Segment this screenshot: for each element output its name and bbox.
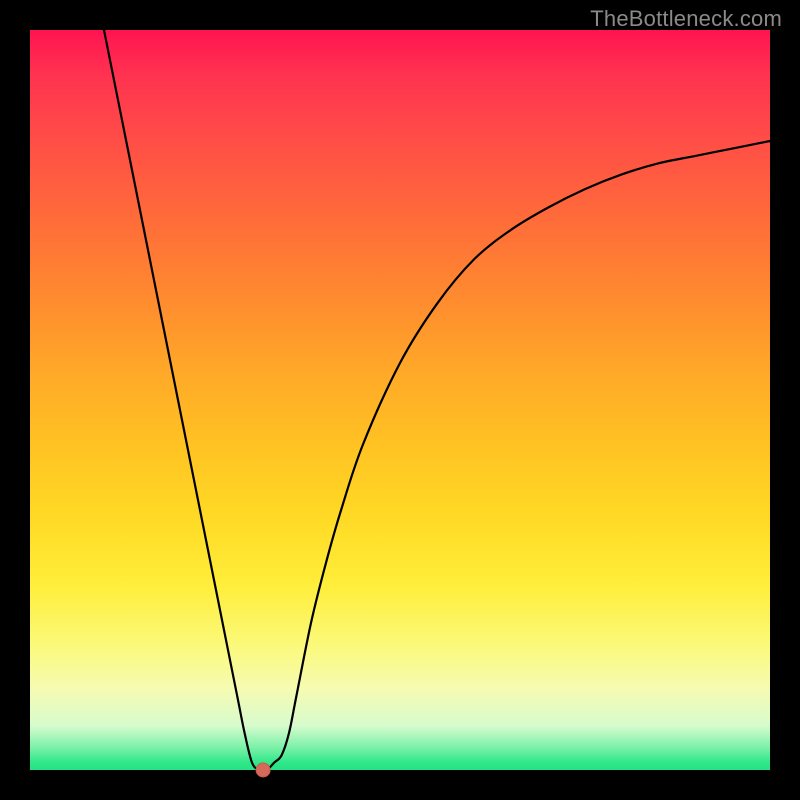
curve-svg xyxy=(30,30,770,770)
watermark-text: TheBottleneck.com xyxy=(590,6,782,32)
optimal-point-marker xyxy=(256,763,270,777)
chart-frame: TheBottleneck.com xyxy=(0,0,800,800)
bottleneck-curve xyxy=(104,30,770,771)
plot-area xyxy=(30,30,770,770)
